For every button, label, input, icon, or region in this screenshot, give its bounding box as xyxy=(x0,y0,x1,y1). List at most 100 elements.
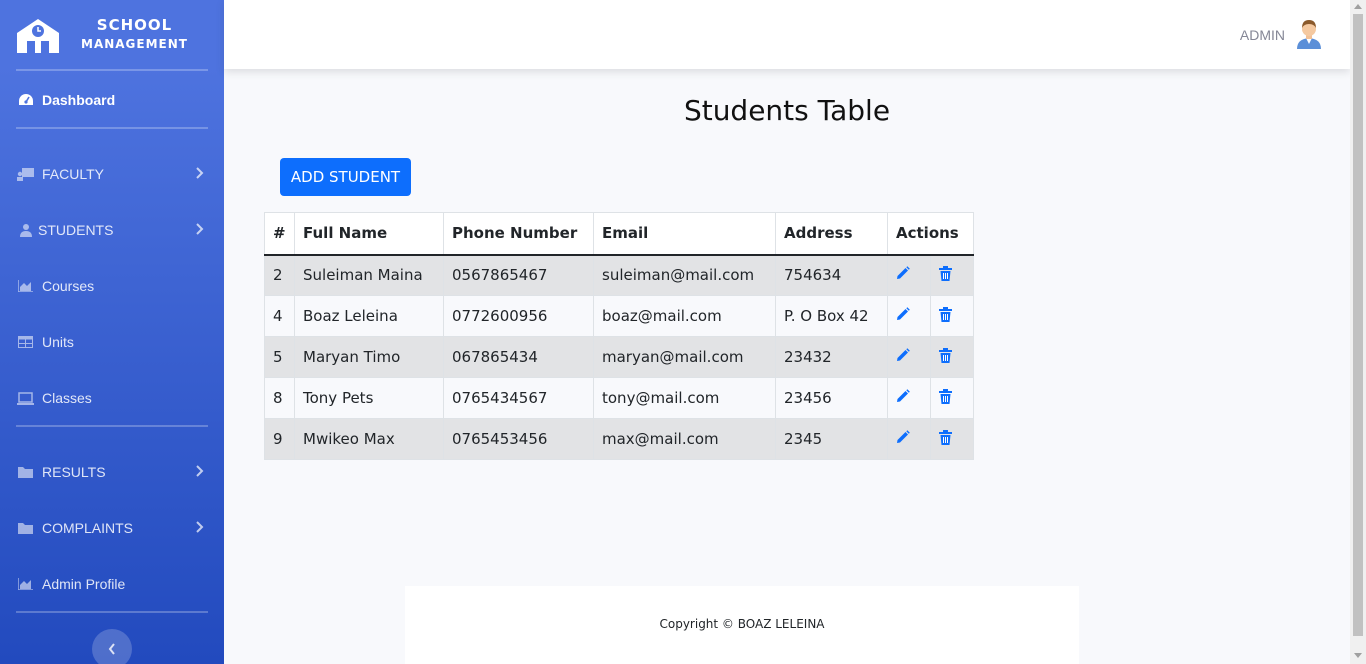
tachometer-icon xyxy=(17,93,34,107)
delete-trash-icon[interactable] xyxy=(939,347,955,364)
user-name[interactable]: ADMIN xyxy=(1240,27,1285,43)
table-cell: suleiman@mail.com xyxy=(593,254,776,296)
edit-pencil-icon[interactable] xyxy=(896,348,912,364)
edit-pencil-icon[interactable] xyxy=(896,430,912,446)
edit-pencil-icon[interactable] xyxy=(896,266,912,282)
chevron-left-icon xyxy=(108,643,115,655)
edit-cell xyxy=(887,336,931,378)
column-header: Actions xyxy=(887,212,974,256)
table-cell: 23456 xyxy=(775,377,888,419)
sidebar-divider xyxy=(16,611,208,613)
sidebar-toggle-button[interactable] xyxy=(92,629,132,664)
sidebar-item-dashboard[interactable]: Dashboard xyxy=(0,80,224,120)
folder-icon xyxy=(17,465,34,479)
add-student-button[interactable]: ADD STUDENT xyxy=(280,158,411,196)
table-cell: 0765453456 xyxy=(443,418,594,460)
sidebar-item-units[interactable]: Units xyxy=(0,322,224,362)
table-cell: 9 xyxy=(264,418,295,460)
table-cell: 5 xyxy=(264,336,295,378)
edit-cell xyxy=(887,295,931,337)
chevron-right-icon xyxy=(196,167,204,179)
user-avatar-icon[interactable] xyxy=(1293,17,1325,49)
students-table: # Full Name Phone Number Email Address A… xyxy=(264,212,974,460)
brand[interactable]: SCHOOL MANAGEMENT xyxy=(0,0,224,70)
table-cell: Boaz Leleina xyxy=(294,295,444,337)
sidebar-item-label: FACULTY xyxy=(42,166,104,182)
delete-cell xyxy=(930,336,974,378)
table-cell: 0765434567 xyxy=(443,377,594,419)
page-title: Students Table xyxy=(683,94,891,127)
sidebar-item-label: Classes xyxy=(42,390,92,406)
sidebar-item-label: Courses xyxy=(42,278,95,294)
sidebar-item-label: COMPLAINTS xyxy=(42,520,134,536)
sidebar-item-students[interactable]: STUDENTS xyxy=(0,210,224,250)
copyright-text: Copyright © BOAZ LELEINA xyxy=(659,617,825,631)
sidebar-item-label: Admin Profile xyxy=(42,576,126,592)
table-cell: 0567865467 xyxy=(443,254,594,296)
table-row: 2 Suleiman Maina 0567865467 suleiman@mail.c… xyxy=(264,254,974,296)
sidebar-divider xyxy=(16,425,208,427)
sidebar-item-complaints[interactable]: COMPLAINTS xyxy=(0,508,224,548)
column-header: Address xyxy=(775,212,888,256)
sidebar-divider xyxy=(16,69,208,71)
sidebar-item-admin-profile[interactable]: Admin Profile xyxy=(0,564,224,604)
chevron-right-icon xyxy=(196,521,204,533)
sidebar-divider xyxy=(16,127,208,129)
delete-cell xyxy=(930,418,974,460)
table-cell: P. O Box 42 xyxy=(775,295,888,337)
scroll-up-arrow-icon[interactable] xyxy=(1354,4,1362,9)
delete-trash-icon[interactable] xyxy=(939,429,955,446)
scroll-down-arrow-icon[interactable] xyxy=(1354,653,1362,658)
chart-area-icon xyxy=(17,577,34,591)
brand-line2: MANAGEMENT xyxy=(81,37,188,51)
folder-icon xyxy=(17,521,34,535)
delete-cell xyxy=(930,295,974,337)
table-cell: 2345 xyxy=(775,418,888,460)
delete-cell xyxy=(930,377,974,419)
table-cell: 0772600956 xyxy=(443,295,594,337)
brand-title: SCHOOL MANAGEMENT xyxy=(81,16,188,54)
table-cell: Maryan Timo xyxy=(294,336,444,378)
table-cell: 2 xyxy=(264,254,295,296)
table-cell: Mwikeo Max xyxy=(294,418,444,460)
table-cell: Suleiman Maina xyxy=(294,254,444,296)
table-cell: maryan@mail.com xyxy=(593,336,776,378)
edit-pencil-icon[interactable] xyxy=(896,307,912,323)
delete-trash-icon[interactable] xyxy=(939,265,955,282)
edit-pencil-icon[interactable] xyxy=(896,389,912,405)
delete-trash-icon[interactable] xyxy=(939,306,955,323)
sidebar-item-label: RESULTS xyxy=(42,464,106,480)
sidebar-item-label: STUDENTS xyxy=(38,222,114,238)
delete-trash-icon[interactable] xyxy=(939,388,955,405)
brand-line1: SCHOOL xyxy=(96,16,173,34)
table-icon xyxy=(17,335,34,349)
laptop-icon xyxy=(17,391,34,405)
edit-cell xyxy=(887,377,931,419)
table-row: 4 Boaz Leleina 0772600956 boaz@mail.com P. O… xyxy=(264,295,974,337)
table-cell: boaz@mail.com xyxy=(593,295,776,337)
column-header: # xyxy=(264,212,295,256)
edit-cell xyxy=(887,254,931,296)
sidebar-item-courses[interactable]: Courses xyxy=(0,266,224,306)
table-cell: 067865434 xyxy=(443,336,594,378)
edit-cell xyxy=(887,418,931,460)
sidebar-item-classes[interactable]: Classes xyxy=(0,378,224,418)
school-logo-icon xyxy=(17,19,59,53)
sidebar-item-faculty[interactable]: FACULTY xyxy=(0,154,224,194)
page-scrollbar[interactable] xyxy=(1350,0,1366,664)
sidebar-item-label: Units xyxy=(42,334,74,350)
sidebar-item-label: Dashboard xyxy=(42,92,116,108)
table-cell: tony@mail.com xyxy=(593,377,776,419)
table-cell: 8 xyxy=(264,377,295,419)
table-cell: 754634 xyxy=(775,254,888,296)
sidebar: SCHOOL MANAGEMENT Dashboard FACULTY STUD… xyxy=(0,0,224,664)
scroll-thumb[interactable] xyxy=(1353,14,1363,636)
column-header: Phone Number xyxy=(443,212,594,256)
column-header: Email xyxy=(593,212,776,256)
user-graduate-icon xyxy=(17,223,34,237)
column-header: Full Name xyxy=(294,212,444,256)
sidebar-item-results[interactable]: RESULTS xyxy=(0,452,224,492)
table-cell: 4 xyxy=(264,295,295,337)
topbar: ADMIN xyxy=(224,0,1350,69)
chevron-right-icon xyxy=(196,465,204,477)
